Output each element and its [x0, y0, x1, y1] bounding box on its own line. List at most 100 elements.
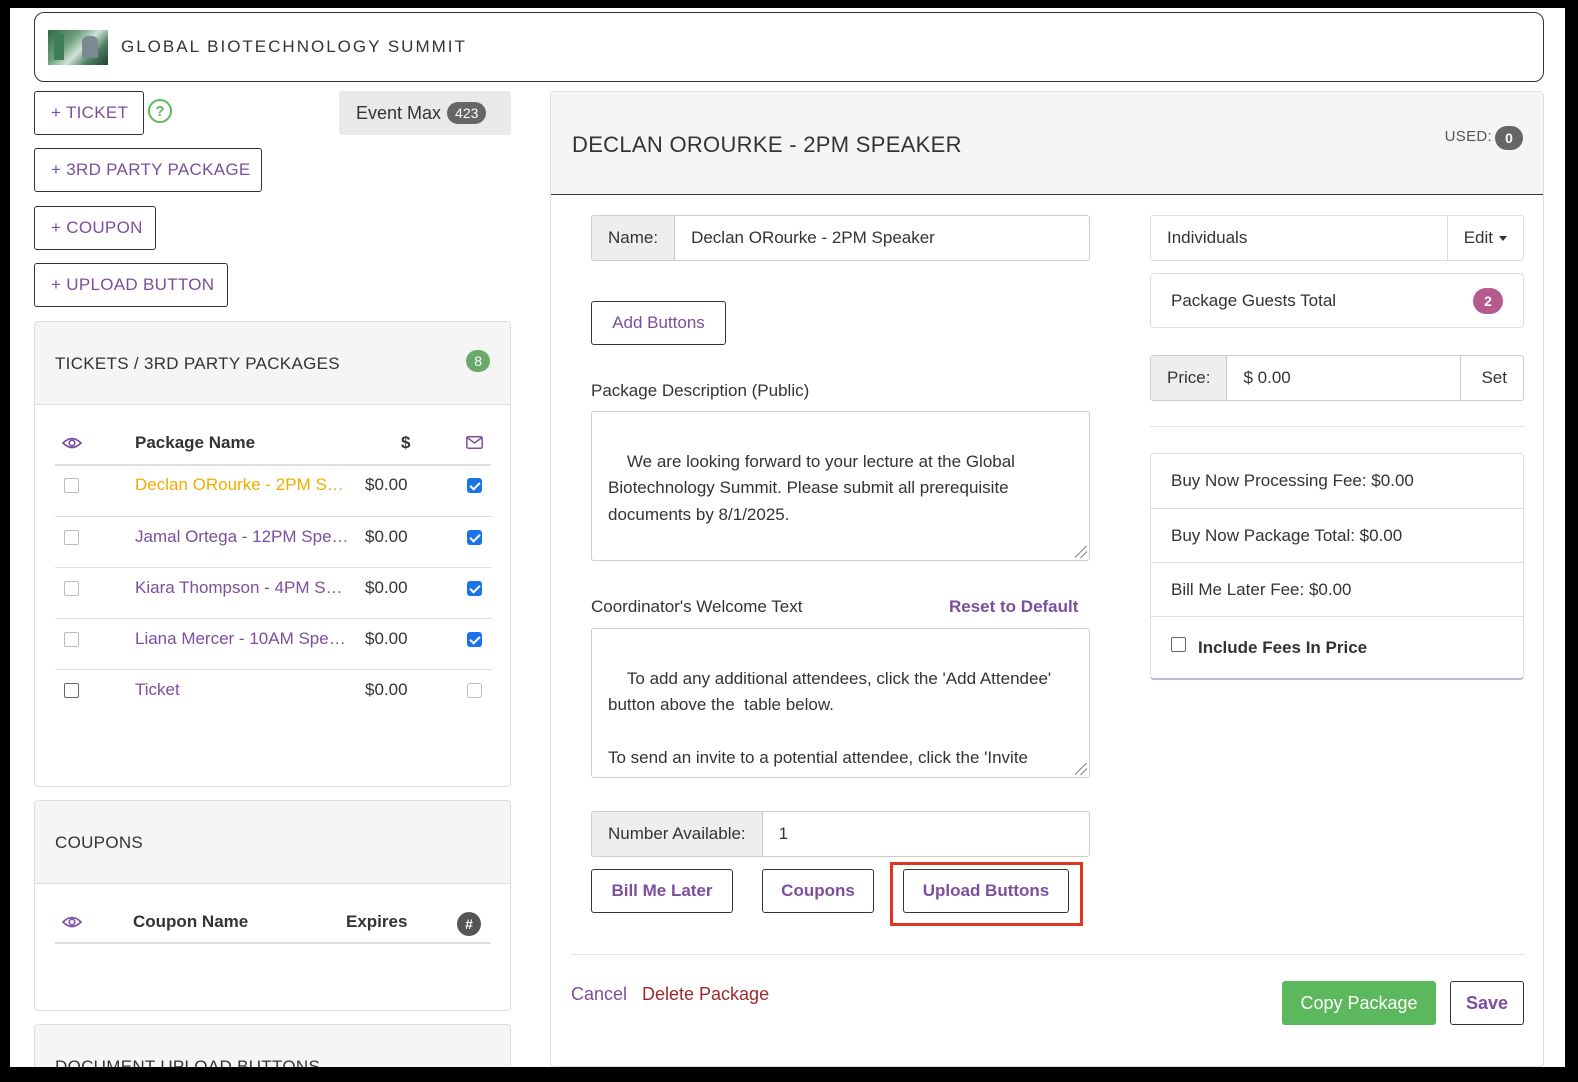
mail-icon: [466, 436, 483, 449]
save-button[interactable]: Save: [1450, 981, 1524, 1025]
add-3rd-party-package-button[interactable]: + 3RD PARTY PACKAGE: [34, 148, 262, 192]
event-max-label: Event Max: [356, 102, 442, 123]
add-upload-button[interactable]: + UPLOAD BUTTON: [34, 263, 228, 307]
package-name[interactable]: Declan ORourke - 2PM Speaker: [135, 475, 351, 495]
package-editor-header: DECLAN OROURKE - 2PM SPEAKER USED: 0: [551, 92, 1543, 195]
table-row[interactable]: Kiara Thompson - 4PM Speaker $0.00: [55, 567, 491, 618]
name-label: Name:: [592, 216, 676, 260]
welcome-text-label: Coordinator's Welcome Text: [591, 597, 803, 616]
set-price-button[interactable]: Set: [1460, 356, 1523, 400]
package-guests-item: Package Guests Total 2: [1151, 274, 1523, 327]
bill-me-later-fee: Bill Me Later Fee: $0.00: [1151, 562, 1523, 616]
packages-count-badge: 8: [466, 350, 490, 372]
edit-dropdown-button[interactable]: Edit: [1446, 216, 1523, 260]
fees-box: Buy Now Processing Fee: $0.00 Buy Now Pa…: [1150, 453, 1524, 680]
include-fees-checkbox[interactable]: [1171, 637, 1186, 652]
description-textarea[interactable]: We are looking forward to your lecture a…: [591, 411, 1090, 561]
upload-buttons-panel: DOCUMENT UPLOAD BUTTONS: [34, 1024, 511, 1067]
help-icon[interactable]: ?: [148, 99, 172, 123]
event-header: GLOBAL BIOTECHNOLOGY SUMMIT: [34, 12, 1544, 82]
visibility-checkbox[interactable]: [64, 530, 79, 545]
table-row[interactable]: Liana Mercer - 10AM Speaker $0.00: [55, 618, 491, 669]
coupons-panel-title: COUPONS: [55, 833, 144, 852]
caret-down-icon: [1499, 235, 1507, 241]
number-available-input[interactable]: 1: [763, 812, 1089, 856]
price-label: Price:: [1151, 356, 1228, 400]
package-name[interactable]: Jamal Ortega - 12PM Speaker: [135, 527, 351, 547]
used-label: USED:: [1444, 128, 1492, 145]
add-ticket-button[interactable]: + TICKET: [34, 91, 144, 135]
price-header: $: [401, 433, 411, 452]
coupons-panel: COUPONS Coupon Name Expires #: [34, 800, 511, 1011]
email-checkbox[interactable]: [467, 632, 482, 647]
welcome-text: To add any additional attendees, click t…: [608, 668, 1057, 778]
audience-value: Individuals: [1167, 228, 1248, 247]
eye-icon[interactable]: [62, 436, 82, 450]
highlight-box: [890, 862, 1083, 926]
welcome-textarea[interactable]: To add any additional attendees, click t…: [591, 628, 1090, 778]
visibility-checkbox[interactable]: [64, 632, 79, 647]
used-count-badge: 0: [1495, 126, 1523, 150]
delete-package-link[interactable]: Delete Package: [642, 984, 769, 1005]
description-text: We are looking forward to your lecture a…: [608, 451, 1020, 524]
package-price: $0.00: [365, 578, 408, 597]
upload-buttons-panel-header: DOCUMENT UPLOAD BUTTONS: [35, 1025, 510, 1067]
email-checkbox[interactable]: [467, 683, 482, 698]
edit-label: Edit: [1463, 228, 1493, 247]
audience-selector[interactable]: Individuals Edit: [1150, 215, 1524, 261]
package-name[interactable]: Liana Mercer - 10AM Speaker: [135, 629, 351, 649]
event-max-badge: Event Max 423: [339, 91, 511, 135]
number-available-field[interactable]: Number Available: 1: [591, 811, 1090, 857]
package-name-field[interactable]: Name: Declan ORourke - 2PM Speaker: [591, 215, 1090, 261]
event-logo: [48, 30, 108, 65]
table-row[interactable]: Declan ORourke - 2PM Speaker $0.00: [55, 465, 491, 516]
copy-package-button[interactable]: Copy Package: [1282, 981, 1436, 1025]
package-guests-badge: 2: [1473, 287, 1503, 314]
cancel-link[interactable]: Cancel: [571, 984, 627, 1005]
resize-handle[interactable]: [1075, 763, 1087, 775]
package-name[interactable]: Ticket: [135, 680, 351, 700]
footer-divider: [571, 954, 1524, 955]
buy-now-processing-fee: Buy Now Processing Fee: $0.00: [1171, 471, 1414, 490]
packages-panel-title: TICKETS / 3RD PARTY PACKAGES: [55, 354, 340, 373]
visibility-checkbox[interactable]: [64, 478, 79, 493]
email-checkbox[interactable]: [467, 478, 482, 493]
resize-handle[interactable]: [1075, 546, 1087, 558]
package-title: DECLAN OROURKE - 2PM SPEAKER: [572, 132, 962, 157]
include-fees-label: Include Fees In Price: [1198, 637, 1368, 657]
table-row[interactable]: Ticket $0.00: [55, 669, 491, 720]
add-coupon-button[interactable]: + COUPON: [34, 206, 156, 250]
email-checkbox[interactable]: [467, 530, 482, 545]
visibility-checkbox[interactable]: [64, 581, 79, 596]
price-field[interactable]: Price: $ 0.00 Set: [1150, 355, 1524, 401]
event-title: GLOBAL BIOTECHNOLOGY SUMMIT: [121, 37, 467, 56]
reset-to-default-link[interactable]: Reset to Default: [949, 597, 1078, 617]
package-price: $0.00: [365, 527, 408, 546]
coupon-name-header: Coupon Name: [133, 912, 249, 931]
package-price: $0.00: [365, 629, 408, 648]
package-name-header: Package Name: [135, 433, 256, 452]
email-checkbox[interactable]: [467, 581, 482, 596]
package-price: $0.00: [365, 475, 408, 494]
package-name-input[interactable]: Declan ORourke - 2PM Speaker: [675, 216, 1089, 260]
upload-buttons-panel-title: DOCUMENT UPLOAD BUTTONS: [55, 1057, 321, 1067]
bill-me-later-button[interactable]: Bill Me Later: [591, 869, 733, 913]
table-row[interactable]: Jamal Ortega - 12PM Speaker $0.00: [55, 516, 491, 567]
description-label: Package Description (Public): [591, 381, 810, 400]
package-name[interactable]: Kiara Thompson - 4PM Speaker: [135, 578, 351, 598]
packages-panel-header: TICKETS / 3RD PARTY PACKAGES 8: [35, 322, 510, 405]
app-canvas: GLOBAL BIOTECHNOLOGY SUMMIT + TICKET ? E…: [10, 8, 1565, 1067]
coupons-button[interactable]: Coupons: [762, 869, 874, 913]
visibility-checkbox[interactable]: [64, 683, 79, 698]
package-price: $0.00: [365, 680, 408, 699]
number-available-label: Number Available:: [592, 812, 763, 856]
price-input[interactable]: $ 0.00: [1227, 356, 1460, 400]
packages-panel: TICKETS / 3RD PARTY PACKAGES 8 Package N…: [34, 321, 511, 787]
buy-now-package-total: Buy Now Package Total: $0.00: [1151, 508, 1523, 562]
package-guests-box: Package Guests Total 2: [1150, 273, 1524, 328]
add-buttons-button[interactable]: Add Buttons: [591, 301, 726, 345]
count-header: #: [457, 912, 481, 936]
include-fees-row[interactable]: Include Fees In Price: [1151, 616, 1523, 678]
eye-icon[interactable]: [62, 915, 82, 929]
event-max-count: 423: [447, 102, 487, 124]
